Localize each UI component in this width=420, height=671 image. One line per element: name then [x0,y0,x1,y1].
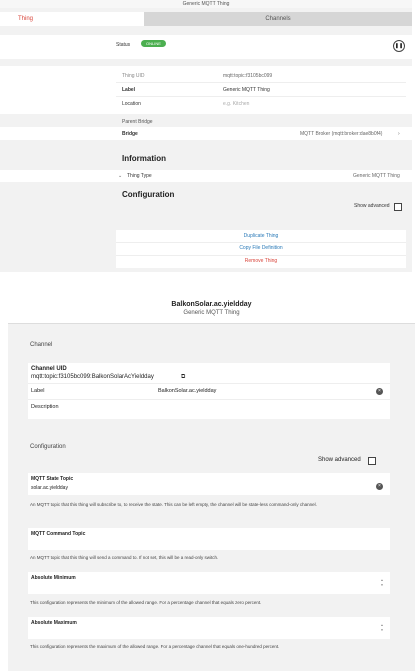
description-label[interactable]: Description [31,404,59,410]
thing-type-value: Generic MQTT Thing [353,173,400,179]
bridge-value: MQTT Broker (mqtt:broker:dae8b0f4) [300,131,383,137]
show-advanced-label: Show advanced [318,457,361,463]
absolute-maximum-description: This configuration represents the maximu… [30,644,280,649]
minimum-stepper-icon[interactable]: ▲ ▼ [380,578,384,588]
label-input[interactable]: Generic MQTT Thing [223,87,270,93]
absolute-minimum-label: Absolute Minimum [31,575,76,581]
location-label: Location [122,101,141,107]
status-badge: ONLINE [141,40,166,47]
label-label: Label [31,388,45,394]
copy-icon[interactable]: ⧉ [181,374,185,381]
channel-subtitle: Generic MQTT Thing [183,310,240,316]
thing-uid-value: mqtt:topic:f3105bc099 [223,73,273,79]
window-title: Generic MQTT Thing [0,0,412,8]
show-advanced-checkbox[interactable] [394,203,402,211]
channel-title: BalkonSolar.ac.yieldday [171,301,252,308]
maximum-stepper-icon[interactable]: ▲ ▼ [380,623,384,633]
copy-file-definition-button[interactable]: Copy File Definition [116,245,406,251]
configuration-header: Configuration [122,190,175,199]
state-topic-field[interactable]: MQTT State Topic solar.ac.yieldday × [28,473,390,495]
channel-uid-label: Channel UID [31,366,67,372]
remove-thing-button[interactable]: Remove Thing [116,258,406,264]
information-header: Information [122,154,166,163]
absolute-maximum-field[interactable]: Absolute Maximum ▲ ▼ [28,617,390,639]
clear-label-icon[interactable]: × [376,388,383,395]
state-topic-label: MQTT State Topic [31,476,74,482]
clear-state-topic-icon[interactable]: × [376,483,383,490]
label-label: Label [122,87,136,93]
absolute-minimum-field[interactable]: Absolute Minimum ▲ ▼ [28,572,390,594]
duplicate-thing-button[interactable]: Duplicate Thing [116,233,406,239]
channel-details-panel: BalkonSolar.ac.yieldday Generic MQTT Thi… [8,297,415,671]
thing-type-label: Thing Type [127,173,152,179]
channel-properties-card: Channel UID mqtt:topic:f3105bc099:Balkon… [28,363,390,419]
label-input[interactable]: BalkonSolar.ac.yieldday [158,388,216,394]
chevron-right-icon: › [398,131,400,137]
tab-thing[interactable]: Thing [0,12,144,26]
thing-uid-label: Thing UID [122,73,145,79]
state-topic-description: An MQTT topic that this thing will subsc… [30,502,317,507]
command-topic-field[interactable]: MQTT Command Topic [28,528,390,550]
thing-type-row[interactable]: ⌄ Thing Type Generic MQTT Thing [0,170,412,182]
location-input[interactable]: e.g. Kitchen [223,101,249,107]
channel-section-title: Channel [30,342,53,348]
chevron-down-icon: ⌄ [118,173,123,179]
show-advanced-label: Show advanced [354,203,390,209]
command-topic-description: An MQTT topic that this thing will send … [30,555,219,560]
absolute-maximum-label: Absolute Maximum [31,620,77,626]
absolute-minimum-description: This configuration represents the minimu… [30,600,262,605]
command-topic-label: MQTT Command Topic [31,531,86,537]
parent-bridge-label: Parent Bridge [122,119,153,125]
status-row: Status ONLINE ❚❚ [0,35,412,59]
channel-uid-value: mqtt:topic:f3105bc099:BalkonSolarAcYield… [31,374,154,380]
show-advanced-checkbox[interactable] [368,457,376,465]
bridge-row[interactable]: Bridge MQTT Broker (mqtt:broker:dae8b0f4… [0,127,412,140]
channel-header: BalkonSolar.ac.yieldday Generic MQTT Thi… [8,297,415,324]
tab-bar: Thing Channels [0,12,412,26]
actions-card: Duplicate Thing Copy File Definition Rem… [116,230,406,268]
thing-properties-card: Thing UID mqtt:topic:f3105bc099 Label Ge… [0,66,412,114]
state-topic-input[interactable]: solar.ac.yieldday [31,485,68,491]
tab-channels[interactable]: Channels [144,12,412,26]
configuration-section-title: Configuration [30,444,66,450]
thing-details-panel: Generic MQTT Thing Thing Channels Status… [0,0,412,272]
bridge-label: Bridge [122,131,138,137]
pause-icon[interactable]: ❚❚ [393,40,405,52]
status-label: Status [116,42,131,48]
